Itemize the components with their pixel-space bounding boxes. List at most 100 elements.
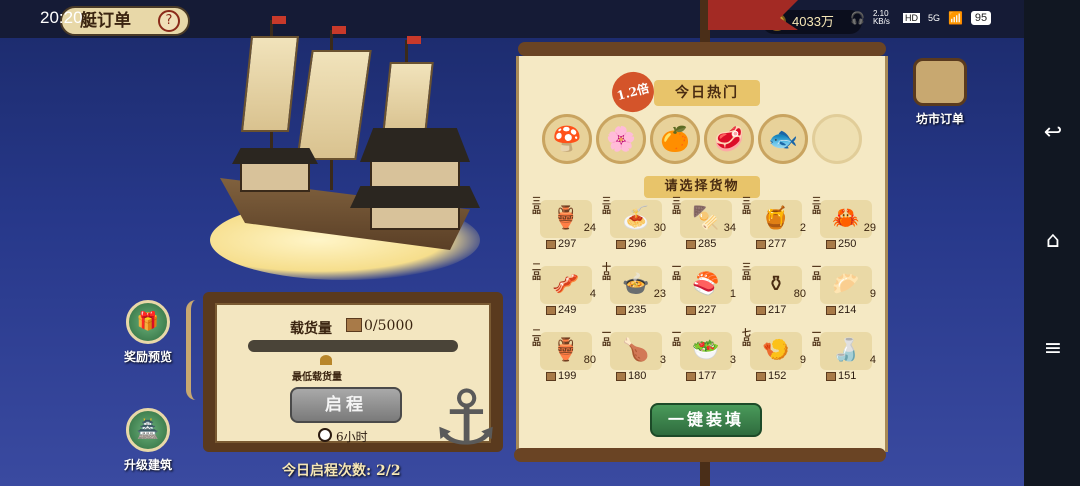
headphone-icon: 🎧 xyxy=(850,11,865,25)
meat-tray-icon: 🥓 xyxy=(552,272,580,297)
capacity-label: 载货量 xyxy=(290,321,332,337)
goods-item[interactable]: 🥓 二品 4 249 xyxy=(532,264,600,320)
goods-item[interactable]: 🏺 二品 80 199 xyxy=(532,330,600,386)
goods-price: 297 xyxy=(546,238,576,250)
menu-icon[interactable]: ≡ xyxy=(1040,336,1066,362)
crate-icon xyxy=(756,305,766,315)
goods-price-value: 277 xyxy=(768,238,787,250)
roof xyxy=(360,128,470,162)
goods-grid: 🏺 三品 24 297 🍝 三品 30 296 🍢 三品 34 285 🍯 三品 2 277 🦀 三品 29 250 🥓… xyxy=(532,198,878,386)
sail xyxy=(296,50,372,160)
crate-icon xyxy=(756,371,766,381)
goods-price-value: 285 xyxy=(698,238,717,250)
goods-stock: 3 xyxy=(729,354,736,366)
hd-icon: HD xyxy=(902,13,920,23)
scroll-rod-bottom xyxy=(514,448,886,462)
crate-icon xyxy=(826,239,836,249)
min-capacity-marker xyxy=(320,355,332,365)
network-type: 5G xyxy=(927,13,940,23)
noodle-plate-icon: 🍝 xyxy=(622,206,650,231)
fish-dish-icon[interactable]: 🐟 xyxy=(758,114,808,164)
flower-icon[interactable]: 🌸 xyxy=(596,114,646,164)
goods-item[interactable]: 🍣 一品 1 227 xyxy=(672,264,740,320)
gourd-icon: 🏺 xyxy=(552,206,580,231)
goods-item[interactable]: 🍢 三品 34 285 xyxy=(672,198,740,254)
empty-hot-slot xyxy=(812,114,862,164)
auto-fill-button[interactable]: 一键装填 xyxy=(650,403,762,437)
goods-item[interactable]: 🍶 一品 4 151 xyxy=(812,330,880,386)
goods-tier: 三品 xyxy=(532,197,542,216)
goods-price-value: 250 xyxy=(838,238,857,250)
goods-item[interactable]: 🍤 七品 9 152 xyxy=(742,330,810,386)
clock: 20:20 xyxy=(40,8,83,27)
rewards-preview-label: 奖励预览 xyxy=(123,350,172,364)
rewards-preview-button[interactable]: 🎁 奖励预览 xyxy=(108,300,188,365)
trips-today: 今日启程次数: 2/2 xyxy=(282,463,401,479)
salmon-icon[interactable]: 🥩 xyxy=(704,114,754,164)
status-bar: 艇订单 ? 20:20 4033万 🎧 2.10 KB/s HD 5G 📶 95 xyxy=(0,0,1024,38)
crate-icon xyxy=(546,371,556,381)
capacity-value: 0/5000 xyxy=(364,318,414,334)
goods-item[interactable]: ⚱ 三品 80 217 xyxy=(742,264,810,320)
goods-price-value: 297 xyxy=(558,238,577,250)
goods-price-value: 180 xyxy=(628,370,647,382)
goods-price: 199 xyxy=(546,370,576,382)
goods-price-value: 151 xyxy=(838,370,857,382)
crate-icon xyxy=(346,318,362,332)
goods-stock: 80 xyxy=(583,354,596,366)
pastry-plate-icon: 🥟 xyxy=(832,272,860,297)
goods-price: 177 xyxy=(686,370,716,382)
goods-price: 151 xyxy=(826,370,856,382)
goods-tier: 一品 xyxy=(602,329,612,348)
flag xyxy=(407,36,421,44)
coin-value: 4033万 xyxy=(792,14,834,29)
goods-item[interactable]: 🍯 三品 2 277 xyxy=(742,198,810,254)
goods-stock: 2 xyxy=(799,222,806,234)
goods-tier: 二品 xyxy=(532,329,542,348)
goods-stock: 4 xyxy=(869,354,876,366)
roof xyxy=(232,148,318,164)
goods-tier: 三品 xyxy=(812,197,822,216)
help-icon[interactable]: ? xyxy=(158,10,180,32)
crate-icon xyxy=(616,305,626,315)
depart-button[interactable]: 启程 xyxy=(290,387,402,423)
mushroom-icon[interactable]: 🍄 xyxy=(542,114,592,164)
capacity-bar xyxy=(248,340,458,352)
goods-stock: 4 xyxy=(589,288,596,300)
clock-icon xyxy=(318,428,332,442)
fish-tray-icon: 🍣 xyxy=(692,272,720,297)
goods-tier: 三品 xyxy=(742,197,752,216)
goods-item[interactable]: 🍗 一品 3 180 xyxy=(602,330,670,386)
trip-duration: 6小时 xyxy=(336,430,368,444)
network-speed: 2.10 KB/s xyxy=(872,9,890,26)
jar-icon: ⚱ xyxy=(766,272,786,297)
goods-item[interactable]: 🦀 三品 29 250 xyxy=(812,198,880,254)
skewer-icon: 🍢 xyxy=(692,206,720,231)
grill-plate-icon: 🍤 xyxy=(762,338,790,363)
goods-item[interactable]: 🍲 十品 23 235 xyxy=(602,264,670,320)
goods-item[interactable]: 🥟 一品 9 214 xyxy=(812,264,880,320)
goods-item[interactable]: 🥗 一品 3 177 xyxy=(672,330,740,386)
goods-price-value: 296 xyxy=(628,238,647,250)
goods-stock: 80 xyxy=(793,288,806,300)
upgrade-building-button[interactable]: 🏯 升级建筑 xyxy=(108,408,188,473)
goods-price: 277 xyxy=(756,238,786,250)
market-orders-button[interactable]: 坊市订单 xyxy=(900,58,980,127)
goods-stock: 29 xyxy=(863,222,876,234)
sail xyxy=(240,36,300,132)
goods-item[interactable]: 🏺 三品 24 297 xyxy=(532,198,600,254)
back-icon[interactable]: ↩ xyxy=(1040,120,1066,146)
goods-item[interactable]: 🍝 三品 30 296 xyxy=(602,198,670,254)
goods-stock: 34 xyxy=(723,222,736,234)
crate-icon xyxy=(686,305,696,315)
orange-icon[interactable]: 🍊 xyxy=(650,114,700,164)
goods-stock: 1 xyxy=(729,288,736,300)
home-icon[interactable]: ⌂ xyxy=(1040,228,1066,254)
goods-price-value: 214 xyxy=(838,304,857,316)
system-icons: 🎧 2.10 KB/s HD 5G 📶 95 xyxy=(850,9,992,26)
goods-price: 227 xyxy=(686,304,716,316)
anchor-icon: ⚓ xyxy=(432,373,501,462)
flag xyxy=(332,26,346,34)
flag xyxy=(272,16,286,24)
crab-dish-icon: 🦀 xyxy=(832,206,860,231)
